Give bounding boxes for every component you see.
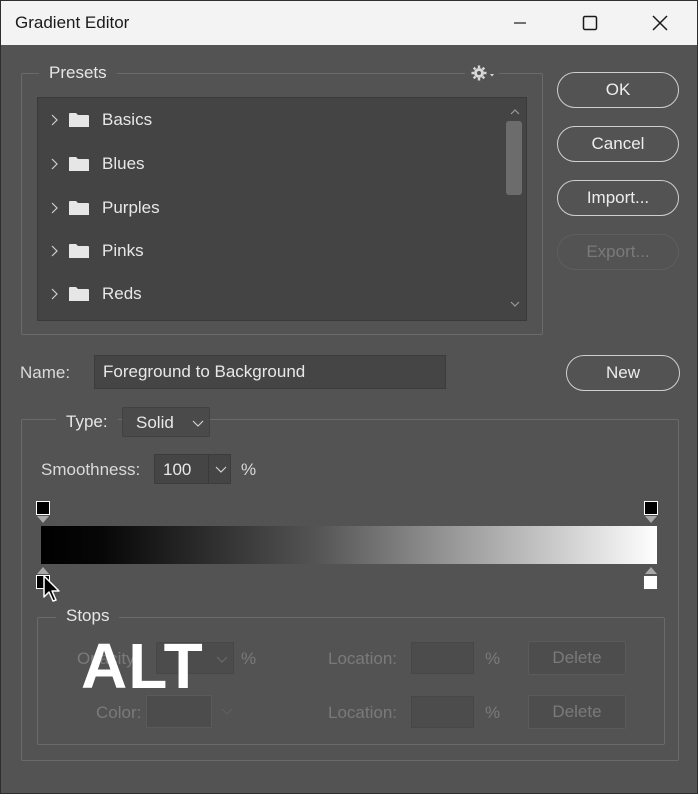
folder-icon <box>69 287 89 301</box>
chevron-up-icon[interactable] <box>505 105 525 119</box>
chevron-right-icon[interactable] <box>48 111 60 129</box>
type-dropdown[interactable]: Solid <box>122 407 210 437</box>
opacity-stop-left-pointer <box>37 516 49 523</box>
preset-folder-label: Reds <box>102 284 142 303</box>
minimize-button[interactable] <box>497 1 543 45</box>
folder-icon <box>69 157 89 171</box>
color-label: Color: <box>96 703 142 722</box>
ok-button[interactable]: OK <box>557 72 679 108</box>
maximize-button[interactable] <box>567 1 613 45</box>
opacity-stop-left[interactable] <box>36 501 50 515</box>
color-location-input[interactable] <box>411 696 474 728</box>
presets-settings-button[interactable] <box>465 63 499 83</box>
preset-folder-label: Purples <box>102 198 160 217</box>
preset-folder-blues[interactable]: Blues <box>38 146 504 182</box>
preset-folder-label: Basics <box>102 110 153 129</box>
import-button[interactable]: Import... <box>557 180 679 216</box>
color-location-label: Location: <box>328 703 397 722</box>
smoothness-dropdown-button[interactable] <box>208 455 231 483</box>
chevron-right-icon[interactable] <box>48 199 60 217</box>
preset-folder-pinks[interactable]: Pinks <box>38 233 504 269</box>
name-label: Name: <box>20 363 71 382</box>
opacity-stop-right[interactable] <box>644 501 658 515</box>
opacity-delete-button[interactable]: Delete <box>528 641 626 675</box>
type-label: Type: <box>56 412 118 432</box>
opacity-unit: % <box>241 649 257 668</box>
opacity-stop-right-pointer <box>645 516 657 523</box>
presets-legend: Presets <box>39 63 117 83</box>
preset-folder-label: Pinks <box>102 241 144 260</box>
color-delete-button[interactable]: Delete <box>528 695 626 729</box>
mouse-cursor-icon <box>43 575 60 602</box>
color-stop-left-pointer <box>37 567 49 574</box>
close-button[interactable] <box>637 1 683 45</box>
preset-list: Basics Blues Purples Pinks Reds <box>37 97 527 321</box>
folder-icon <box>69 201 89 215</box>
opacity-location-unit: % <box>485 649 501 668</box>
preset-folder-label: Blues <box>102 154 145 173</box>
chevron-down-icon <box>192 420 204 427</box>
opacity-location-label: Location: <box>328 649 397 668</box>
preset-folder-purples[interactable]: Purples <box>38 190 504 226</box>
chevron-down-icon <box>221 708 233 715</box>
color-stop-right[interactable] <box>643 575 658 590</box>
chevron-down-icon[interactable] <box>505 297 525 311</box>
chevron-down-icon <box>215 466 227 473</box>
smoothness-unit: % <box>241 460 257 479</box>
title-bar: Gradient Editor <box>1 1 697 45</box>
opacity-location-input[interactable] <box>411 642 474 674</box>
alt-key-overlay: ALT <box>81 630 204 702</box>
color-location-unit: % <box>485 703 501 722</box>
stops-legend: Stops <box>56 606 120 626</box>
new-button[interactable]: New <box>566 355 680 391</box>
chevron-right-icon[interactable] <box>48 242 60 260</box>
preset-folder-basics[interactable]: Basics <box>38 102 504 138</box>
folder-icon <box>69 113 89 127</box>
name-input[interactable]: Foreground to Background <box>94 355 446 389</box>
preset-scroll-thumb[interactable] <box>506 121 522 195</box>
preset-folder-reds[interactable]: Reds <box>38 276 504 312</box>
smoothness-label: Smoothness: <box>41 460 141 479</box>
gradient-editor-window: Gradient Editor Presets Basics Blues Pur… <box>0 0 698 794</box>
window-title: Gradient Editor <box>15 13 130 32</box>
minimize-icon <box>514 22 526 24</box>
chevron-right-icon[interactable] <box>48 155 60 173</box>
color-stop-right-pointer <box>645 567 657 574</box>
maximize-icon <box>582 15 598 31</box>
gradient-preview-bar[interactable] <box>41 526 657 564</box>
chevron-down-icon <box>216 656 228 663</box>
smoothness-value: 100 <box>163 460 192 479</box>
export-button[interactable]: Export... <box>557 234 679 270</box>
cancel-button[interactable]: Cancel <box>557 126 679 162</box>
smoothness-input[interactable]: 100 <box>154 454 231 484</box>
type-value: Solid <box>136 413 174 432</box>
chevron-right-icon[interactable] <box>48 285 60 303</box>
folder-icon <box>69 244 89 258</box>
close-icon <box>652 15 668 31</box>
gear-icon <box>471 65 494 81</box>
